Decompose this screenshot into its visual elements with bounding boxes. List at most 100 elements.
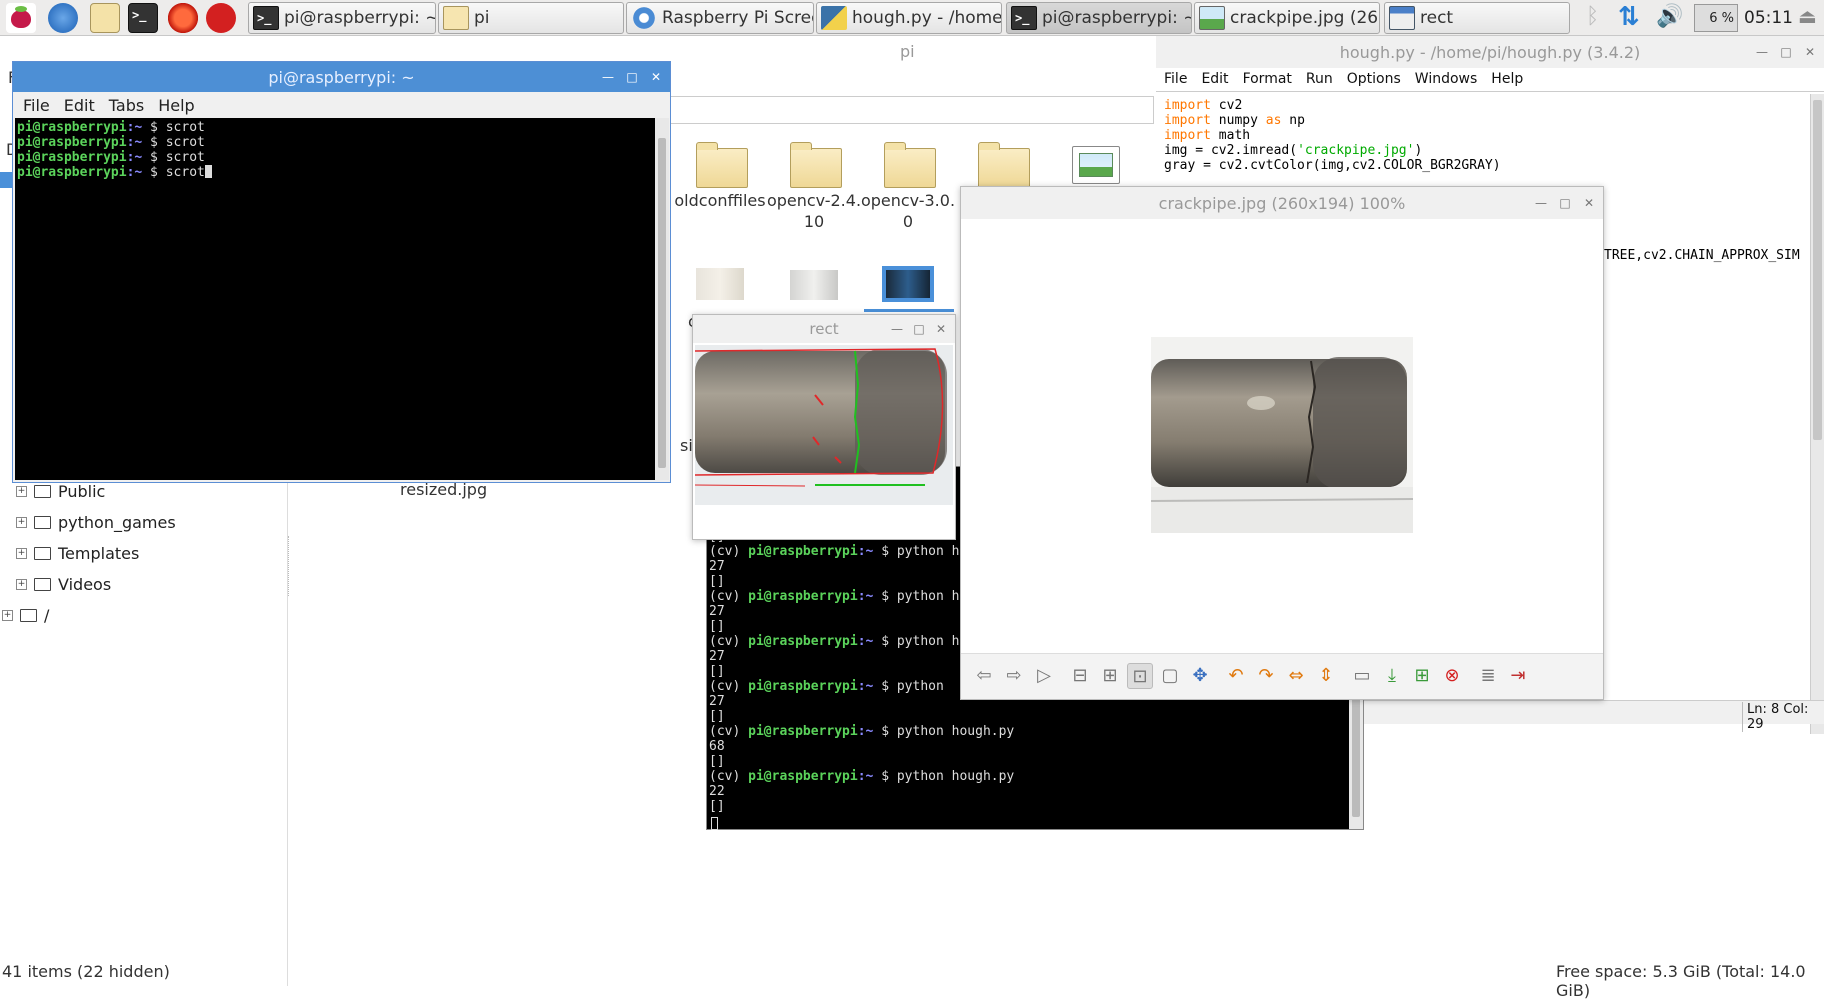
terminal-line: pi@raspberrypi:~ $ scrot: [17, 150, 212, 165]
command-text: python hough.py: [896, 769, 1015, 784]
tree-item-public[interactable]: + Public: [16, 482, 105, 501]
expand-icon[interactable]: +: [16, 579, 27, 590]
prompt-path: :~: [857, 724, 874, 739]
maximize-icon[interactable]: □: [624, 70, 640, 84]
image-viewer-title: crackpipe.jpg (260x194) 100%: [1158, 193, 1406, 213]
menu-file[interactable]: File: [1164, 71, 1187, 87]
network-icon[interactable]: ⇅: [1618, 2, 1640, 32]
expand-icon[interactable]: +: [16, 486, 27, 497]
menu-format[interactable]: Format: [1243, 71, 1292, 87]
idle-scrollbar[interactable]: [1810, 94, 1824, 734]
close-icon[interactable]: ✕: [933, 322, 949, 336]
thumbnail-crack-1[interactable]: [696, 268, 744, 300]
icon-label-oldconffiles[interactable]: oldconffiles: [672, 190, 768, 211]
folder-icon[interactable]: [978, 142, 1030, 188]
task-terminal-2[interactable]: pi@raspberrypi: ~: [1006, 2, 1192, 34]
menu-edit[interactable]: Edit: [64, 96, 95, 115]
task-image-viewer[interactable]: crackpipe.jpg (260...: [1194, 2, 1380, 34]
task-chromium[interactable]: Raspberry Pi Scree...: [626, 2, 814, 34]
tree-item-templates[interactable]: + Templates: [16, 544, 139, 563]
raspberry-menu-icon[interactable]: [6, 3, 36, 33]
eject-icon[interactable]: ⏏: [1798, 4, 1817, 28]
tree-item-videos[interactable]: + Videos: [16, 575, 111, 594]
menu-help[interactable]: Help: [158, 96, 194, 115]
play-icon[interactable]: ▷: [1031, 663, 1057, 689]
cpu-monitor[interactable]: 6 %: [1694, 4, 1738, 32]
expand-icon[interactable]: +: [16, 517, 27, 528]
task-idle-editor[interactable]: hough.py - /home/...: [816, 2, 1002, 34]
location-bar[interactable]: [660, 96, 1154, 124]
minimize-icon[interactable]: —: [1754, 45, 1770, 59]
menu-file[interactable]: File: [23, 96, 50, 115]
close-icon[interactable]: ✕: [1802, 45, 1818, 59]
mathematica-icon[interactable]: [168, 3, 198, 33]
flip-vertical-icon[interactable]: ⇕: [1313, 663, 1339, 689]
menu-windows[interactable]: Windows: [1415, 71, 1478, 87]
image-file-icon[interactable]: [1072, 146, 1120, 184]
task-terminal-1[interactable]: pi@raspberrypi: ~: [248, 2, 436, 34]
thumbnail-crack-2[interactable]: [790, 270, 838, 300]
volume-icon[interactable]: 🔊: [1656, 4, 1683, 29]
prompt-symbol: $: [873, 679, 897, 694]
icon-label-opencv-2[interactable]: opencv-2.4. 10: [766, 190, 862, 232]
menu-edit[interactable]: Edit: [1201, 71, 1228, 87]
rotate-right-icon[interactable]: ↷: [1253, 663, 1279, 689]
prev-icon[interactable]: ⇦: [971, 663, 997, 689]
zoom-in-icon[interactable]: ⊞: [1097, 663, 1123, 689]
keyword-token: import: [1164, 113, 1211, 128]
idle-window-buttons: — □ ✕: [1754, 36, 1818, 68]
folder-icon[interactable]: [790, 142, 842, 188]
keyword-token: import: [1164, 98, 1211, 113]
tree-item-python-games[interactable]: + python_games: [16, 513, 176, 532]
fullscreen-icon[interactable]: ✥: [1187, 663, 1213, 689]
bluetooth-icon[interactable]: ᛒ: [1586, 4, 1599, 29]
prompt-symbol: $: [873, 634, 897, 649]
save-icon[interactable]: ⤓: [1379, 663, 1405, 689]
terminal-1-scrollbar[interactable]: [655, 118, 669, 480]
thumbnail-selected[interactable]: [882, 266, 934, 302]
folder-icon[interactable]: [696, 142, 748, 188]
rotate-left-icon[interactable]: ↶: [1223, 663, 1249, 689]
idle-code-area[interactable]: import cv2 import numpy as np import math i…: [1164, 98, 1812, 173]
menu-tabs[interactable]: Tabs: [109, 96, 144, 115]
pane-splitter[interactable]: [288, 536, 292, 596]
save-as-icon[interactable]: ⊞: [1409, 663, 1435, 689]
minimize-icon[interactable]: —: [1533, 196, 1549, 210]
expand-icon[interactable]: +: [16, 548, 27, 559]
task-file-manager[interactable]: pi: [438, 2, 624, 34]
minimize-icon[interactable]: —: [600, 70, 616, 84]
next-icon[interactable]: ⇨: [1001, 663, 1027, 689]
icon-label-opencv-3[interactable]: opencv-3.0. 0: [860, 190, 956, 232]
menu-help[interactable]: Help: [1491, 71, 1523, 87]
flip-horizontal-icon[interactable]: ⇔: [1283, 663, 1309, 689]
tree-item-root[interactable]: + /: [2, 606, 49, 625]
terminal-icon[interactable]: [128, 3, 158, 33]
menu-options[interactable]: Options: [1347, 71, 1401, 87]
minimize-icon[interactable]: —: [889, 322, 905, 336]
exit-icon[interactable]: ⇥: [1505, 663, 1531, 689]
menu-run[interactable]: Run: [1306, 71, 1333, 87]
clock[interactable]: 05:11: [1744, 8, 1793, 28]
web-browser-icon[interactable]: [48, 3, 78, 33]
open-file-icon[interactable]: ▭: [1349, 663, 1375, 689]
folder-icon[interactable]: [884, 142, 936, 188]
terminal-1-screen[interactable]: pi@raspberrypi:~ $ scrot pi@raspberrypi:~…: [15, 118, 655, 480]
zoom-out-icon[interactable]: ⊟: [1067, 663, 1093, 689]
prompt-symbol: $: [142, 135, 166, 150]
code-line: import math: [1164, 128, 1812, 143]
close-icon[interactable]: ✕: [1581, 196, 1597, 210]
maximize-icon[interactable]: □: [1778, 45, 1794, 59]
preferences-icon[interactable]: ≣: [1475, 663, 1501, 689]
expand-icon[interactable]: +: [2, 610, 13, 621]
delete-icon[interactable]: ⊗: [1439, 663, 1465, 689]
original-size-icon[interactable]: ▢: [1157, 663, 1183, 689]
close-icon[interactable]: ✕: [648, 70, 664, 84]
maximize-icon[interactable]: □: [911, 322, 927, 336]
task-rect[interactable]: rect: [1384, 2, 1570, 34]
folder-icon: [34, 485, 51, 498]
prompt-symbol: $: [873, 589, 897, 604]
file-manager-icon[interactable]: [90, 3, 120, 33]
wolfram-icon[interactable]: [206, 3, 236, 33]
maximize-icon[interactable]: □: [1557, 196, 1573, 210]
fit-icon[interactable]: ⊡: [1127, 663, 1153, 689]
